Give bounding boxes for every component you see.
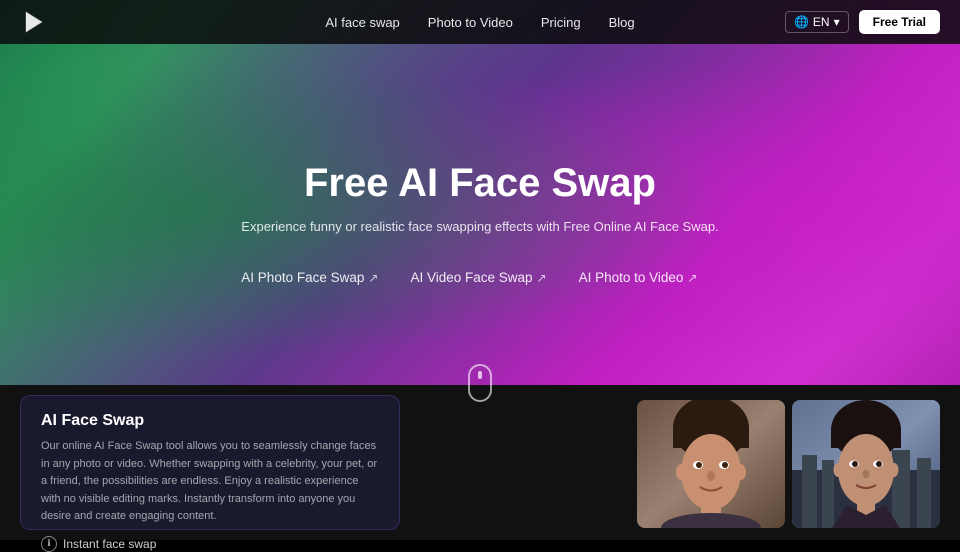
instant-face-swap-link[interactable]: ℹ Instant face swap [41,536,379,552]
logo-icon [20,8,48,36]
hero-link-video-label: AI Video Face Swap [410,270,532,285]
hero-content: Free AI Face Swap Experience funny or re… [241,159,718,285]
scroll-dot [478,371,482,379]
lang-label: EN [813,15,830,29]
arrow-icon-0: ↗ [368,271,378,285]
nav-photo-to-video[interactable]: Photo to Video [428,15,513,30]
hero-link-video-face-swap[interactable]: AI Video Face Swap ↗ [410,270,546,285]
image-previews [412,385,960,540]
hero-link-photo-face-swap[interactable]: AI Photo Face Swap ↗ [241,270,378,285]
preview-image-1 [637,400,785,528]
arrow-icon-2: ↗ [687,271,697,285]
instant-link-label: Instant face swap [63,537,156,551]
card-description: Our online AI Face Swap tool allows you … [41,438,379,526]
hero-subtitle: Experience funny or realistic face swapp… [241,219,718,234]
scroll-indicator [468,364,492,402]
header-right: 🌐 EN ▾ Free Trial [785,10,940,34]
nav-ai-face-swap[interactable]: AI face swap [325,15,399,30]
chevron-down-icon: ▾ [834,15,840,29]
logo[interactable] [20,8,48,36]
arrow-icon-1: ↗ [537,271,547,285]
hero-section: Free AI Face Swap Experience funny or re… [0,0,960,420]
hero-title: Free AI Face Swap [241,159,718,207]
hero-link-photo-to-video[interactable]: AI Photo to Video ↗ [579,270,698,285]
ai-face-swap-card: AI Face Swap Our online AI Face Swap too… [20,395,400,530]
preview-image-2 [792,400,940,528]
face-image-2 [792,400,940,528]
header: AI face swap Photo to Video Pricing Blog… [0,0,960,44]
bottom-section: AI Face Swap Our online AI Face Swap too… [0,385,960,540]
flag-icon: 🌐 [794,15,809,29]
nav-pricing[interactable]: Pricing [541,15,581,30]
scroll-oval [468,364,492,402]
lang-button[interactable]: 🌐 EN ▾ [785,11,849,33]
face-image-1 [637,400,785,528]
card-title: AI Face Swap [41,412,379,430]
info-icon: ℹ [41,536,57,552]
header-nav: AI face swap Photo to Video Pricing Blog [325,15,634,30]
nav-blog[interactable]: Blog [609,15,635,30]
hero-link-ptv-label: AI Photo to Video [579,270,684,285]
free-trial-button[interactable]: Free Trial [859,10,940,34]
hero-link-photo-label: AI Photo Face Swap [241,270,364,285]
hero-links: AI Photo Face Swap ↗ AI Video Face Swap … [241,270,718,285]
